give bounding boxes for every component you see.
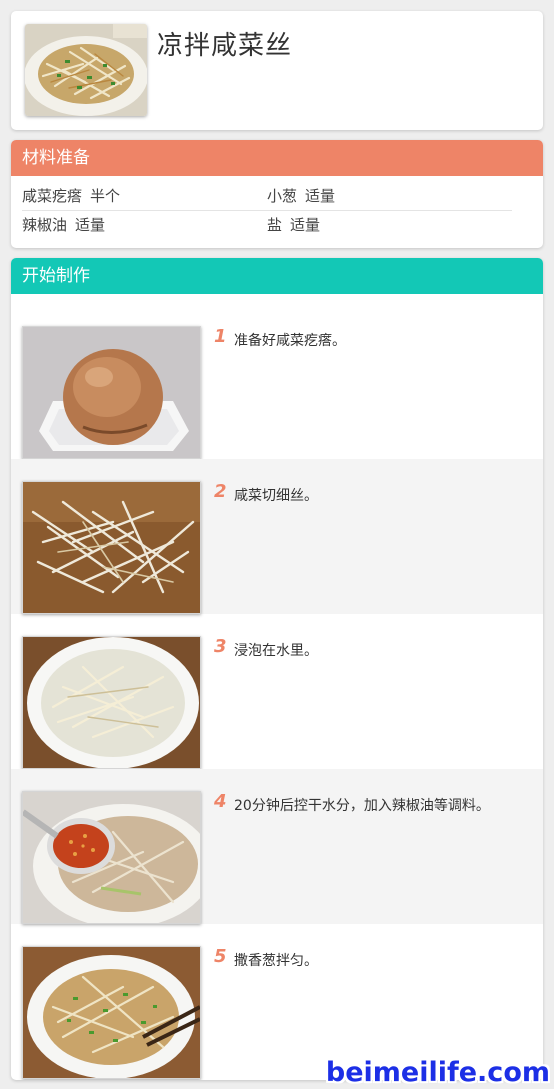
- recipe-header-card: 凉拌咸菜丝: [11, 11, 543, 130]
- hero-photo-graphic: [25, 24, 147, 116]
- step-item: 1 准备好咸菜疙瘩。: [11, 304, 543, 459]
- step-item: 5 撒香葱拌匀。: [11, 924, 543, 1079]
- recipe-title: 凉拌咸菜丝: [157, 31, 293, 61]
- ingredient-name: 盐: [267, 216, 283, 234]
- ingredient-qty: 适量: [75, 216, 106, 234]
- ingredient-qty: 适量: [290, 216, 321, 234]
- ingredient-item: 小葱 适量: [267, 182, 335, 210]
- steps-heading: 开始制作: [11, 258, 543, 294]
- soaking-bowl-graphic: [23, 637, 200, 768]
- site-watermark: beimeilife.com: [325, 1057, 550, 1088]
- ingredient-qty: 适量: [305, 187, 336, 205]
- ingredient-item: 辣椒油 适量: [22, 211, 105, 239]
- ingredient-name: 辣椒油: [22, 216, 68, 234]
- step-text: 准备好咸菜疙瘩。: [234, 333, 346, 349]
- step-image[interactable]: [22, 946, 201, 1079]
- step-item: 2 咸菜切细丝。: [11, 459, 543, 614]
- ingredient-qty: 半个: [90, 187, 121, 205]
- step-image[interactable]: [22, 326, 201, 459]
- step-image[interactable]: [22, 481, 201, 614]
- scallion-mix-graphic: [23, 947, 200, 1078]
- step-text: 20分钟后控干水分，加入辣椒油等调料。: [234, 798, 490, 814]
- ingredient-name: 小葱: [267, 187, 298, 205]
- ingredient-row: 咸菜疙瘩 半个 小葱 适量: [22, 182, 512, 211]
- whole-pickle-photo-graphic: [23, 327, 200, 458]
- step-number: 5: [214, 946, 227, 967]
- step-image[interactable]: [22, 791, 201, 924]
- step-number: 4: [214, 791, 227, 812]
- step-item: 3 浸泡在水里。: [11, 614, 543, 769]
- step-number: 1: [214, 326, 227, 347]
- recipe-hero-image[interactable]: [25, 24, 147, 116]
- step-item: 4 20分钟后控干水分，加入辣椒油等调料。: [11, 769, 543, 924]
- ingredients-card: 材料准备 咸菜疙瘩 半个 小葱 适量 辣椒油 适量 盐适量: [11, 140, 543, 248]
- step-image[interactable]: [22, 636, 201, 769]
- ingredient-item: 盐适量: [267, 211, 320, 239]
- ingredient-row: 辣椒油 适量 盐适量: [22, 211, 512, 239]
- shredded-pickle-board-graphic: [23, 482, 200, 613]
- ingredient-item: 咸菜疙瘩 半个: [22, 182, 120, 210]
- steps-card: 开始制作 1 准备好咸菜疙瘩。 2 咸菜切细丝。 3 浸泡在水里。 4 20分钟…: [11, 258, 543, 1080]
- chili-oil-graphic: [23, 792, 200, 923]
- step-text: 咸菜切细丝。: [234, 488, 318, 504]
- step-number: 2: [214, 481, 227, 502]
- step-text: 撒香葱拌匀。: [234, 953, 318, 969]
- step-number: 3: [214, 636, 227, 657]
- ingredients-heading: 材料准备: [11, 140, 543, 176]
- step-text: 浸泡在水里。: [234, 643, 318, 659]
- ingredient-name: 咸菜疙瘩: [22, 187, 83, 205]
